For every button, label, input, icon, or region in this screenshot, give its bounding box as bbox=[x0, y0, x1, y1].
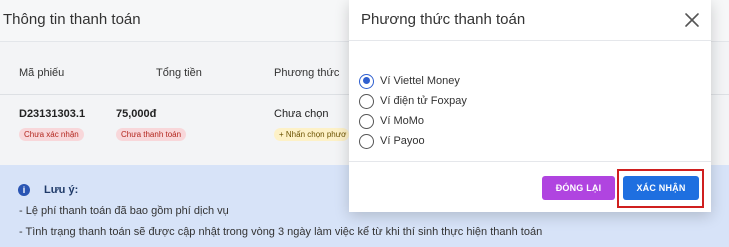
note-line: - Lệ phí thanh toán đã bao gồm phí dịch … bbox=[19, 205, 229, 217]
receipt-code: D23131303.1 bbox=[19, 108, 86, 120]
option-label: Ví MoMo bbox=[380, 115, 425, 127]
choose-method-button[interactable]: + Nhấn chọn phươ bbox=[274, 128, 349, 141]
modal-footer-divider bbox=[349, 161, 711, 162]
total-amount: 75,000đ bbox=[116, 108, 157, 120]
close-icon[interactable] bbox=[683, 11, 701, 29]
option-momo[interactable]: Ví MoMo bbox=[359, 113, 424, 129]
column-header-code: Mã phiếu bbox=[19, 67, 65, 79]
column-header-total: Tổng tiền bbox=[156, 67, 202, 79]
confirm-button[interactable]: XÁC NHẬN bbox=[623, 176, 699, 200]
close-button[interactable]: ĐÓNG LẠI bbox=[542, 176, 615, 200]
option-label: Ví Viettel Money bbox=[380, 75, 460, 87]
column-header-method: Phương thức bbox=[274, 67, 340, 79]
note-line: - Tình trạng thanh toán sẽ được cập nhật… bbox=[19, 226, 543, 238]
option-viettel-money[interactable]: Ví Viettel Money bbox=[359, 73, 460, 89]
option-payoo[interactable]: Ví Payoo bbox=[359, 133, 425, 149]
modal-title: Phương thức thanh toán bbox=[361, 11, 526, 28]
radio-button[interactable] bbox=[359, 133, 374, 149]
option-label: Ví Payoo bbox=[380, 135, 425, 147]
option-label: Ví điện tử Foxpay bbox=[380, 95, 467, 107]
info-icon: i bbox=[18, 184, 30, 196]
page-title: Thông tin thanh toán bbox=[3, 11, 141, 28]
note-title: Lưu ý: bbox=[44, 184, 79, 196]
payment-method-modal: Phương thức thanh toán Ví Viettel Money … bbox=[349, 0, 711, 212]
modal-header: Phương thức thanh toán bbox=[349, 0, 711, 41]
option-foxpay[interactable]: Ví điện tử Foxpay bbox=[359, 93, 467, 109]
radio-button[interactable] bbox=[359, 113, 374, 129]
radio-button-selected[interactable] bbox=[359, 73, 374, 89]
status-badge-unpaid: Chưa thanh toán bbox=[116, 128, 187, 141]
payment-method-value: Chưa chọn bbox=[274, 108, 329, 120]
radio-button[interactable] bbox=[359, 93, 374, 109]
status-badge-unconfirmed: Chưa xác nhận bbox=[19, 128, 84, 141]
